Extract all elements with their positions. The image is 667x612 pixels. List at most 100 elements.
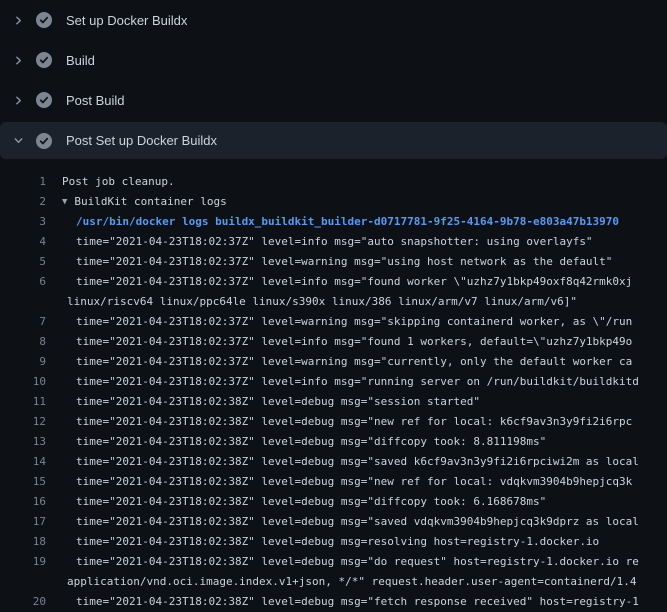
- log-line-text: time="2021-04-23T18:02:38Z" level=debug …: [76, 415, 632, 428]
- log-line-content: ▼time="2021-04-23T18:02:37Z" level=warni…: [76, 312, 632, 332]
- log-line-text: time="2021-04-23T18:02:38Z" level=debug …: [76, 535, 599, 548]
- log-line-content: ▼time="2021-04-23T18:02:38Z" level=debug…: [76, 472, 632, 492]
- log-line-content: ▼time="2021-04-23T18:02:37Z" level=info …: [76, 272, 632, 292]
- log-line: 16 ▼time="2021-04-23T18:02:38Z" level=de…: [0, 492, 667, 512]
- log-line: 10 ▼time="2021-04-23T18:02:37Z" level=in…: [0, 372, 667, 392]
- log-line: 5 ▼time="2021-04-23T18:02:37Z" level=war…: [0, 252, 667, 272]
- log-line: 12 ▼time="2021-04-23T18:02:38Z" level=de…: [0, 412, 667, 432]
- log-line-number[interactable]: 3: [0, 212, 46, 232]
- log-line: 20 ▼time="2021-04-23T18:02:38Z" level=de…: [0, 592, 667, 612]
- log-line-number[interactable]: 11: [0, 392, 46, 412]
- log-line-number[interactable]: 1: [0, 172, 46, 192]
- step-label: Post Set up Docker Buildx: [66, 133, 217, 148]
- check-circle-icon: [36, 133, 52, 149]
- log-line: 8 ▼time="2021-04-23T18:02:37Z" level=inf…: [0, 332, 667, 352]
- log-line: 11 ▼time="2021-04-23T18:02:38Z" level=de…: [0, 392, 667, 412]
- log-line-number[interactable]: 20: [0, 592, 46, 612]
- log-line-content: ▼time="2021-04-23T18:02:38Z" level=debug…: [76, 512, 639, 532]
- check-circle-icon: [36, 92, 52, 108]
- log-line-number[interactable]: 18: [0, 532, 46, 552]
- log-line-text: time="2021-04-23T18:02:38Z" level=debug …: [76, 435, 546, 448]
- step-row-build[interactable]: Build: [0, 40, 667, 80]
- step-row-post-build[interactable]: Post Build: [0, 80, 667, 120]
- log-line-number[interactable]: 8: [0, 332, 46, 352]
- log-line-text: time="2021-04-23T18:02:37Z" level=info m…: [76, 275, 632, 288]
- chevron-down-icon[interactable]: [12, 134, 25, 147]
- log-line-text: time="2021-04-23T18:02:38Z" level=debug …: [76, 555, 639, 568]
- steps-list: Set up Docker Buildx Build P: [0, 0, 667, 159]
- log-line-content: ▼/usr/bin/docker logs buildx_buildkit_bu…: [76, 212, 619, 232]
- log-line: 14 ▼time="2021-04-23T18:02:38Z" level=de…: [0, 452, 667, 472]
- log-line-text: Post job cleanup.: [62, 175, 175, 188]
- log-line-text: time="2021-04-23T18:02:37Z" level=info m…: [76, 375, 639, 388]
- log-line-number[interactable]: 15: [0, 472, 46, 492]
- log-line-number[interactable]: 16: [0, 492, 46, 512]
- log-line: 9 ▼time="2021-04-23T18:02:37Z" level=war…: [0, 352, 667, 372]
- log-line-number[interactable]: 19: [0, 552, 46, 572]
- log-line-content: ▼time="2021-04-23T18:02:38Z" level=debug…: [76, 392, 480, 412]
- step-label: Post Build: [66, 93, 125, 108]
- log-line-text: time="2021-04-23T18:02:37Z" level=warnin…: [76, 355, 632, 368]
- log-line-content: ▼Post job cleanup.: [62, 172, 175, 192]
- log-line-text: time="2021-04-23T18:02:38Z" level=debug …: [76, 455, 639, 468]
- log-line: 18 ▼time="2021-04-23T18:02:38Z" level=de…: [0, 532, 667, 552]
- log-line-text: time="2021-04-23T18:02:37Z" level=warnin…: [76, 315, 632, 328]
- log-line-number[interactable]: 10: [0, 372, 46, 392]
- step-label: Build: [66, 53, 95, 68]
- log-line-content: ▼time="2021-04-23T18:02:38Z" level=debug…: [76, 412, 632, 432]
- log-line-text: linux/riscv64 linux/ppc64le linux/s390x …: [67, 295, 577, 308]
- log-line-content: ▼time="2021-04-23T18:02:38Z" level=debug…: [76, 452, 639, 472]
- step-row-set-up-docker-buildx[interactable]: Set up Docker Buildx: [0, 0, 667, 40]
- log-line-text: /usr/bin/docker logs buildx_buildkit_bui…: [76, 215, 619, 228]
- chevron-right-icon[interactable]: [12, 54, 25, 67]
- log-line-content: ▼time="2021-04-23T18:02:38Z" level=debug…: [76, 552, 639, 572]
- log-line: 17 ▼time="2021-04-23T18:02:38Z" level=de…: [0, 512, 667, 532]
- log-line-number[interactable]: [0, 572, 46, 592]
- log-line-number[interactable]: 4: [0, 232, 46, 252]
- log-line-number[interactable]: 17: [0, 512, 46, 532]
- log-line-content: ▼application/vnd.oci.image.index.v1+json…: [67, 572, 637, 592]
- log-line-number[interactable]: 13: [0, 432, 46, 452]
- log-line-content: ▼time="2021-04-23T18:02:37Z" level=info …: [76, 372, 639, 392]
- log-line-content: ▼ BuildKit container logs: [62, 192, 227, 212]
- triangle-down-icon[interactable]: ▼: [62, 197, 67, 207]
- log-line-number[interactable]: 7: [0, 312, 46, 332]
- log-line: 13 ▼time="2021-04-23T18:02:38Z" level=de…: [0, 432, 667, 452]
- log-line-content: ▼time="2021-04-23T18:02:38Z" level=debug…: [76, 432, 546, 452]
- log-line-number[interactable]: 2: [0, 192, 46, 212]
- log-line: 2 ▼ BuildKit container logs: [0, 192, 667, 212]
- log-line-text: time="2021-04-23T18:02:37Z" level=warnin…: [76, 255, 612, 268]
- chevron-right-icon[interactable]: [12, 14, 25, 27]
- log-line-text: time="2021-04-23T18:02:38Z" level=debug …: [76, 395, 480, 408]
- log-line-number[interactable]: 12: [0, 412, 46, 432]
- log-line: 4 ▼time="2021-04-23T18:02:37Z" level=inf…: [0, 232, 667, 252]
- log-line-number[interactable]: 5: [0, 252, 46, 272]
- check-circle-icon: [36, 12, 52, 28]
- log-line-text: BuildKit container logs: [74, 195, 226, 208]
- log-line-text: time="2021-04-23T18:02:38Z" level=debug …: [76, 595, 639, 608]
- log-line-number[interactable]: 9: [0, 352, 46, 372]
- log-line: 19 ▼time="2021-04-23T18:02:38Z" level=de…: [0, 552, 667, 572]
- log-line-number[interactable]: [0, 292, 46, 312]
- log-line-text: time="2021-04-23T18:02:38Z" level=debug …: [76, 495, 546, 508]
- log-line-content: ▼time="2021-04-23T18:02:38Z" level=debug…: [76, 532, 599, 552]
- log-line-text: time="2021-04-23T18:02:37Z" level=info m…: [76, 335, 632, 348]
- log-line: ▼linux/riscv64 linux/ppc64le linux/s390x…: [0, 292, 667, 312]
- log-line-text: time="2021-04-23T18:02:38Z" level=debug …: [76, 515, 639, 528]
- log-line-text: time="2021-04-23T18:02:37Z" level=info m…: [76, 235, 593, 248]
- log-line-text: application/vnd.oci.image.index.v1+json,…: [67, 575, 637, 588]
- log-line-number[interactable]: 14: [0, 452, 46, 472]
- log-line: 1 ▼Post job cleanup.: [0, 172, 667, 192]
- log-line-content: ▼time="2021-04-23T18:02:38Z" level=debug…: [76, 492, 546, 512]
- log-line: 15 ▼time="2021-04-23T18:02:38Z" level=de…: [0, 472, 667, 492]
- log-line-number[interactable]: 6: [0, 272, 46, 292]
- log-line-content: ▼time="2021-04-23T18:02:37Z" level=info …: [76, 332, 632, 352]
- log-line-text: time="2021-04-23T18:02:38Z" level=debug …: [76, 475, 632, 488]
- log-line: 7 ▼time="2021-04-23T18:02:37Z" level=war…: [0, 312, 667, 332]
- log-line-content: ▼time="2021-04-23T18:02:37Z" level=warni…: [76, 352, 632, 372]
- check-circle-icon: [36, 52, 52, 68]
- step-row-post-set-up-docker-buildx[interactable]: Post Set up Docker Buildx: [0, 122, 667, 159]
- log-line-content: ▼time="2021-04-23T18:02:37Z" level=warni…: [76, 252, 612, 272]
- log-line: 3 ▼/usr/bin/docker logs buildx_buildkit_…: [0, 212, 667, 232]
- chevron-right-icon[interactable]: [12, 94, 25, 107]
